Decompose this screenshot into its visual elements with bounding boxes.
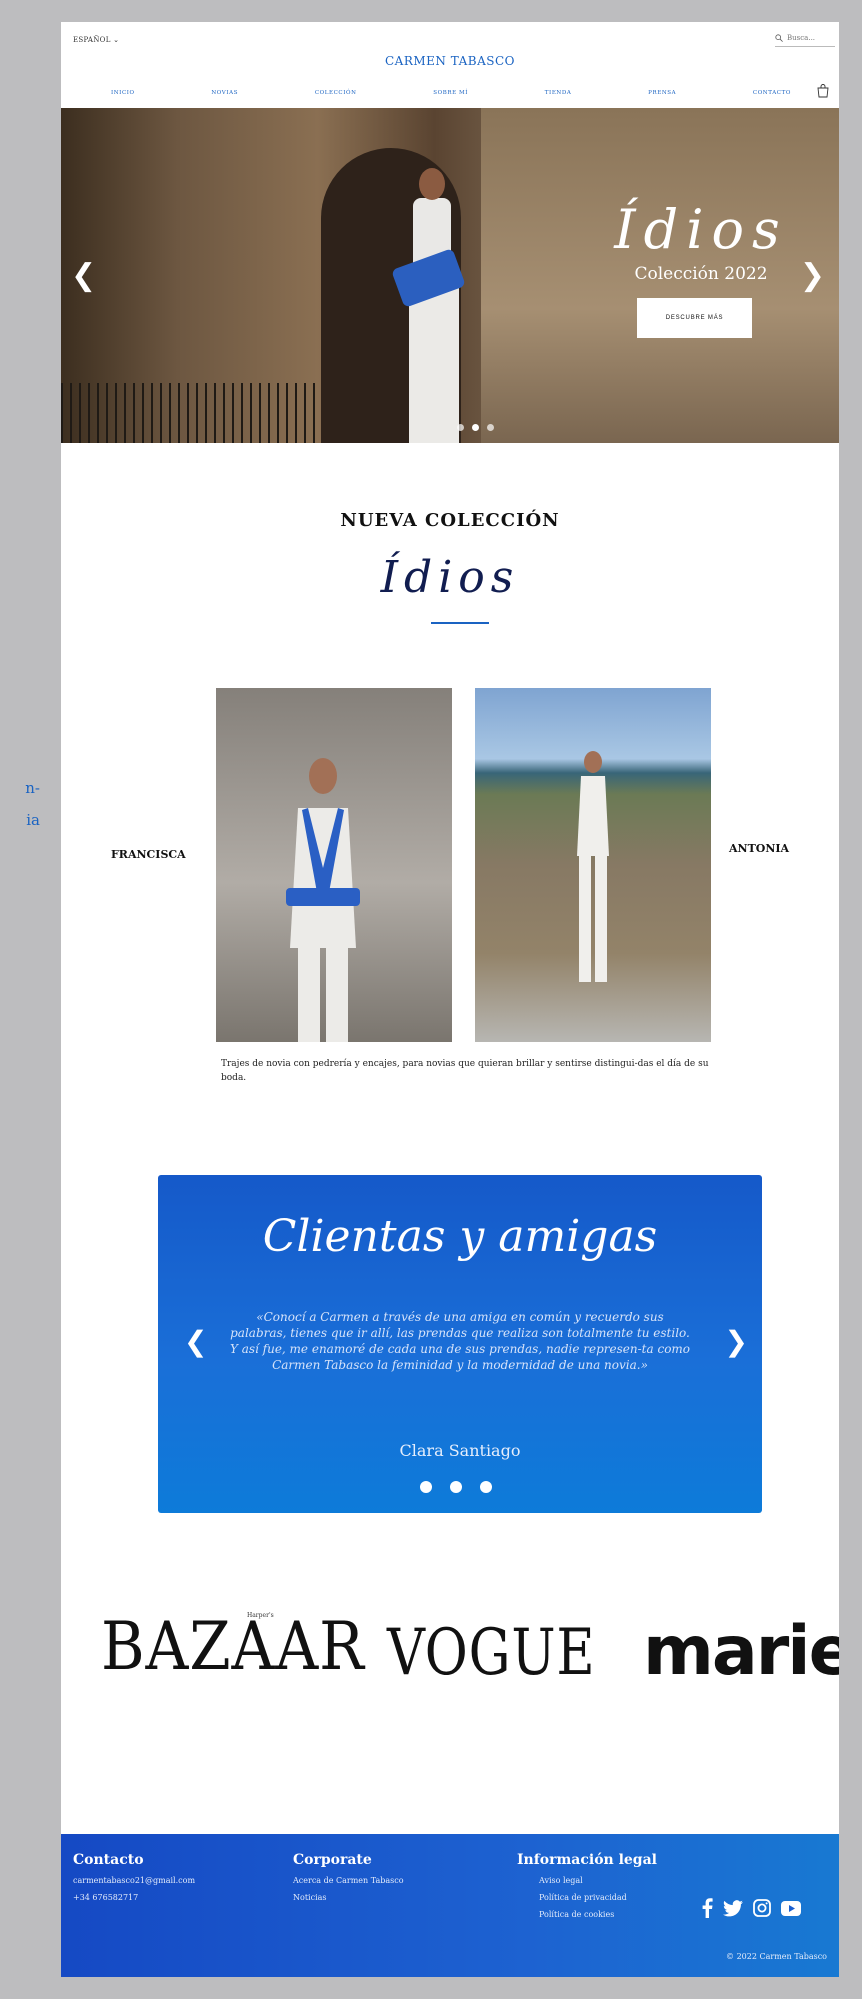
site-header: ESPAÑOL ⌄ Busca... CARMEN TABASCO INICIO… [61,22,839,108]
collection-script-title: Ídios [380,552,520,603]
vogue-logo: VOGUE [387,1616,596,1690]
cropped-side-text: n- ia [0,772,40,836]
slide-dot[interactable] [487,424,494,431]
slide-dot[interactable] [420,1481,432,1493]
nav-item-inicio[interactable]: INICIO [111,90,135,96]
model-figure [577,751,609,982]
search-box[interactable]: Busca... [775,30,835,47]
main-nav: INICIO NOVIAS COLECCIÓN SOBRE MÍ TIENDA … [111,90,791,96]
footer-privacy-link[interactable]: Política de privacidad [539,1893,657,1902]
nav-item-coleccion[interactable]: COLECCIÓN [315,90,357,96]
collection-caption: Trajes de novia con pedrería y encajes, … [221,1059,709,1083]
instagram-icon[interactable] [753,1899,771,1917]
search-icon [775,34,783,42]
nav-item-sobre-mi[interactable]: SOBRE MÍ [433,90,468,96]
slide-dot-active[interactable] [472,424,479,431]
bazaar-logo: BAZAAR [101,1608,365,1685]
shopping-bag-icon[interactable] [817,84,829,98]
testimonial-slider: Clientas y amigas «Conocí a Carmen a tra… [158,1175,762,1513]
chevron-left-icon[interactable]: ❮ [184,1325,207,1358]
hero-pagination [457,424,494,431]
testimonial-author: Clara Santiago [399,1441,521,1460]
footer-contact-title: Contacto [73,1852,144,1868]
slide-dot[interactable] [457,424,464,431]
divider [431,622,489,624]
footer-email-link[interactable]: carmentabasco21@gmail.com [73,1876,195,1885]
testimonial-pagination [420,1481,492,1493]
hero-background-fence [61,383,321,443]
testimonial-quote: «Conocí a Carmen a través de una amiga e… [229,1310,691,1372]
discover-more-button[interactable]: DESCUBRE MÁS [637,298,752,338]
marie-claire-logo: marie [643,1612,839,1691]
footer-news-link[interactable]: Noticias [293,1893,404,1902]
francisca-photo[interactable] [216,688,452,1042]
antonia-photo[interactable] [475,688,711,1042]
brand-logo[interactable]: CARMEN TABASCO [61,54,839,68]
footer-legal-notice-link[interactable]: Aviso legal [539,1876,657,1885]
hero-title: Ídios [614,198,788,261]
copyright: © 2022 Carmen Tabasco [726,1952,827,1961]
chevron-right-icon[interactable]: ❯ [800,258,825,293]
youtube-icon[interactable] [781,1900,801,1916]
footer-legal: Información legal Aviso legal Política d… [517,1852,657,1919]
footer-contact: Contacto carmentabasco21@gmail.com +34 6… [73,1852,195,1902]
hero-subtitle: Colección 2022 [634,264,768,284]
footer-cookies-link[interactable]: Política de cookies [539,1910,657,1919]
testimonial-title: Clientas y amigas [262,1211,658,1262]
cropped-line-1: n- [25,779,40,797]
hero-model-figure [391,168,471,443]
footer-corporate: Corporate Acerca de Carmen Tabasco Notic… [293,1852,404,1902]
collection-heading: NUEVA COLECCIÓN [340,510,560,531]
footer-legal-title: Información legal [517,1852,657,1868]
slide-dot[interactable] [480,1481,492,1493]
footer-phone[interactable]: +34 676582717 [73,1893,195,1902]
site-footer: Contacto carmentabasco21@gmail.com +34 6… [61,1834,839,1977]
nav-item-contacto[interactable]: CONTACTO [753,90,791,96]
chevron-right-icon[interactable]: ❯ [725,1325,748,1358]
page: ESPAÑOL ⌄ Busca... CARMEN TABASCO INICIO… [61,22,839,1977]
footer-about-link[interactable]: Acerca de Carmen Tabasco [293,1876,404,1885]
social-links [701,1898,801,1918]
search-input[interactable]: Busca... [787,34,815,42]
facebook-icon[interactable] [701,1898,713,1918]
model-figure [286,758,360,1042]
harpers-logo-text: Harper's [247,1612,274,1619]
francisca-label: FRANCISCA [111,848,186,861]
nav-item-tienda[interactable]: TIENDA [545,90,572,96]
language-selector[interactable]: ESPAÑOL ⌄ [73,36,119,44]
nav-item-prensa[interactable]: PRENSA [648,90,676,96]
chevron-left-icon[interactable]: ❮ [71,258,96,293]
cropped-line-2: ia [26,811,40,829]
nav-item-novias[interactable]: NOVIAS [211,90,238,96]
twitter-icon[interactable] [723,1899,743,1917]
slide-dot[interactable] [450,1481,462,1493]
footer-corporate-title: Corporate [293,1852,372,1868]
antonia-label: ANTONIA [729,842,790,855]
hero-slider: Ídios Colección 2022 DESCUBRE MÁS ❮ ❯ [61,108,839,443]
